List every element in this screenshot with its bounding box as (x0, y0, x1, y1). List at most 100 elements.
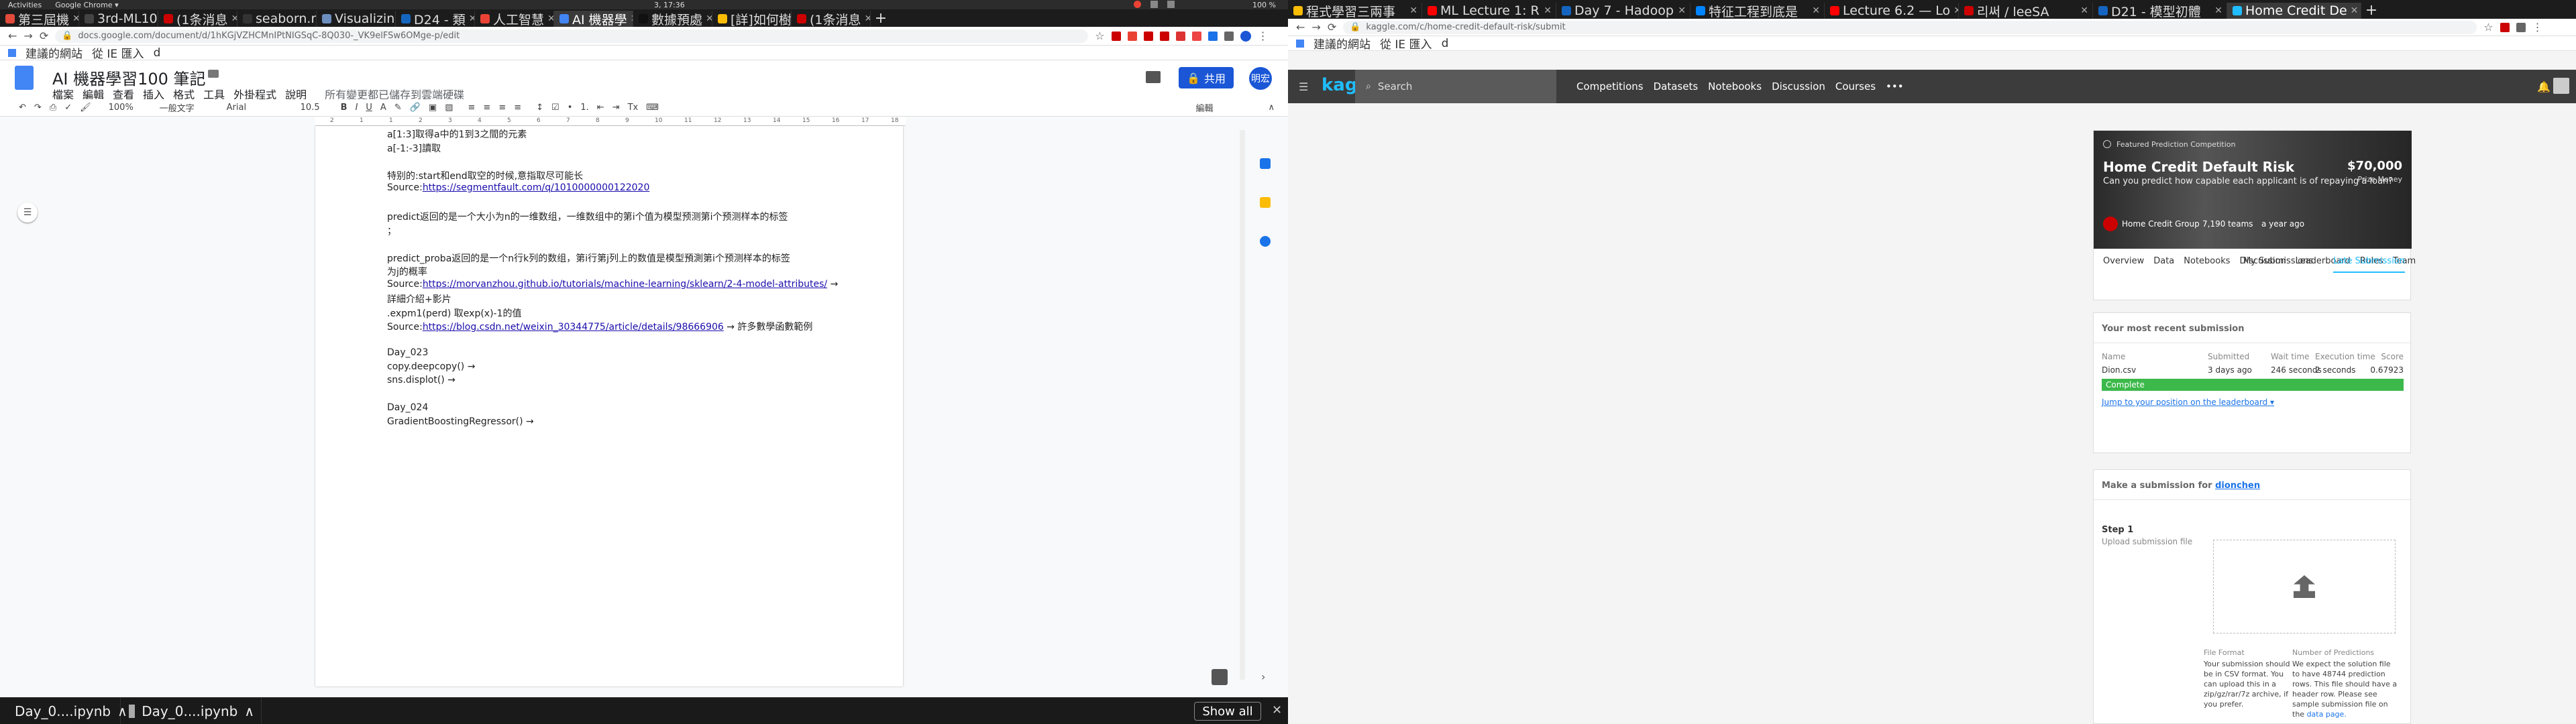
close-icon[interactable]: ✕ (1272, 703, 1282, 717)
bulleted-list-icon[interactable]: • (564, 103, 577, 113)
extension-icon[interactable] (1191, 31, 1201, 41)
upload-icon[interactable] (2294, 575, 2315, 598)
doc-line[interactable]: ； (387, 224, 396, 237)
increase-indent-icon[interactable]: ⇥ (608, 103, 624, 113)
tab-close-icon[interactable]: ✕ (865, 13, 870, 24)
show-all-button[interactable]: Show all (1194, 702, 1261, 721)
bold-icon[interactable]: B (337, 103, 352, 113)
extension-icon[interactable] (1208, 31, 1218, 41)
upload-dropzone[interactable] (2213, 540, 2396, 634)
star-icon[interactable]: ☆ (1095, 29, 1104, 42)
italic-icon[interactable]: I (352, 103, 362, 113)
bookmark-d[interactable]: d (1442, 37, 1449, 50)
calendar-icon[interactable] (1260, 158, 1271, 169)
tab-close-icon[interactable]: ✕ (1544, 5, 1552, 16)
numbered-list-icon[interactable]: 1. (576, 103, 592, 113)
jump-to-leaderboard-link[interactable]: Jump to your position on the leaderboard… (2102, 398, 2274, 407)
extension-icon[interactable] (1224, 31, 1234, 41)
zoom-select[interactable]: 100% (105, 103, 145, 113)
paint-format-icon[interactable]: 🖌 (76, 103, 95, 113)
extension-icon[interactable] (2500, 22, 2510, 32)
chevron-up-icon[interactable]: ∧ (244, 703, 254, 719)
extension-icon[interactable] (1127, 31, 1137, 41)
clear-format-icon[interactable]: Tx (624, 103, 643, 113)
explore-icon[interactable] (1212, 669, 1228, 685)
undo-icon[interactable]: ↶ (15, 103, 30, 113)
ruler[interactable]: 2 1 1 2 3 4 5 6 7 8 9 10 11 12 13 14 15 16 17 18 (315, 117, 906, 126)
tab-close-icon[interactable]: ✕ (1953, 5, 1958, 16)
browser-tab[interactable]: D21 - 模型初體 ✕ (2093, 3, 2227, 19)
doc-line[interactable]: predict返回的是一个大小为n的一维数组，一维数组中的第i个值为模型预测第i… (387, 210, 788, 223)
decrease-indent-icon[interactable]: ⇤ (593, 103, 608, 113)
doc-line[interactable]: 詳細介紹+影片 (387, 292, 451, 306)
bookmark-ie[interactable]: 從 IE 匯入 (92, 44, 144, 61)
comment-icon[interactable] (1146, 71, 1161, 83)
tab-close-icon[interactable]: ✕ (2214, 5, 2222, 16)
folder-icon[interactable] (208, 70, 219, 78)
doc-line[interactable]: Source:https://morvanzhou.github.io/tuto… (387, 279, 838, 290)
org-logo-icon[interactable] (2103, 217, 2118, 231)
browser-tab[interactable]: AI 機器學✕ (554, 11, 633, 27)
spellcheck-icon[interactable]: ✓ (60, 103, 76, 113)
reload-icon[interactable]: ⟳ (40, 29, 48, 42)
browser-tab[interactable]: [詳]如何樹✕ (712, 11, 792, 27)
editing-mode-select[interactable]: 編輯 (1191, 101, 1217, 114)
forward-icon[interactable]: → (23, 29, 32, 42)
doc-line[interactable]: Day_024 (387, 402, 428, 413)
align-right-icon[interactable]: ≡ (494, 103, 510, 113)
browser-tab[interactable]: 3rd-ML10✕ (79, 11, 158, 27)
text-color-icon[interactable]: A (376, 103, 390, 113)
browser-tab[interactable]: 人工智慧✕ (475, 11, 554, 27)
tab-late-submission[interactable]: Late Submission (2333, 256, 2405, 273)
extension-icon[interactable] (1175, 31, 1185, 41)
browser-tab[interactable]: 特征工程到底是 ✕ (1690, 3, 1825, 19)
extension-icon[interactable] (1143, 31, 1153, 41)
kaggle-nav-item[interactable]: Courses (1835, 80, 1876, 93)
browser-tab[interactable]: Visualizing✕ (317, 11, 396, 27)
font-select[interactable]: Arial (223, 103, 297, 113)
vertical-scrollbar[interactable] (1240, 130, 1245, 680)
tab-close-icon[interactable]: ✕ (231, 13, 237, 24)
url-field[interactable]: 🔒 docs.google.com/document/d/1hKGjVZHCMn… (55, 29, 1089, 43)
doc-link[interactable]: https://morvanzhou.github.io/tutorials/m… (423, 279, 827, 290)
back-icon[interactable]: ← (1296, 21, 1305, 34)
network-tray-icon[interactable] (1150, 1, 1158, 8)
browser-tab[interactable]: Home Credit De ✕ (2227, 3, 2361, 19)
bookmark-ie[interactable]: 從 IE 匯入 (1380, 35, 1432, 52)
doc-line[interactable]: copy.deepcopy() → (387, 361, 475, 372)
kaggle-nav-item[interactable]: ••• (1886, 80, 1904, 93)
redo-icon[interactable]: ↷ (30, 103, 46, 113)
font-size-select[interactable]: 10.5 (297, 103, 337, 113)
doc-line[interactable]: .expm1(perd) 取exp(x)-1的值 (387, 306, 522, 320)
browser-tab[interactable]: 리써 / leeSA ✕ (1959, 3, 2093, 19)
browser-tab[interactable]: seaborn.r✕ (237, 11, 317, 27)
menu-icon[interactable]: ⋮ (1258, 29, 1269, 42)
browser-tab[interactable]: (1条消息 ✕ (792, 11, 871, 27)
apps-icon[interactable] (1296, 39, 1304, 48)
app-menu[interactable]: Google Chrome ▾ (55, 1, 118, 9)
doc-line[interactable]: a[-1:-3]讀取 (387, 141, 441, 155)
doc-line[interactable]: 特别的:start和end取空的时候,意指取尽可能长 (387, 169, 583, 182)
org-name[interactable]: Home Credit Group (2122, 219, 2200, 229)
link-icon[interactable]: 🔗 (406, 103, 425, 113)
star-icon[interactable]: ☆ (2483, 21, 2493, 34)
kaggle-nav-item[interactable]: Notebooks (1708, 80, 1762, 93)
chrome-tray-icon[interactable] (1134, 1, 1141, 8)
reload-icon[interactable]: ⟳ (1328, 21, 1336, 34)
input-tools-icon[interactable]: ⌨ (642, 103, 663, 113)
username-link[interactable]: dionchen (2215, 481, 2260, 491)
document-page[interactable]: a[1:3]取得a中的1到3之間的元素 a[-1:-3]讀取 特别的:start和e… (315, 126, 903, 686)
download-item[interactable]: Day_0....ipynb ∧ (121, 697, 262, 724)
tab-close-icon[interactable]: ✕ (1812, 5, 1820, 16)
sidebar-toggle-icon[interactable]: ☰ (1299, 80, 1308, 93)
browser-tab[interactable]: D24 - 類✕ (396, 11, 475, 27)
kaggle-nav-item[interactable]: Datasets (1654, 80, 1699, 93)
new-tab-button[interactable]: + (871, 10, 891, 27)
tab-close-icon[interactable]: ✕ (706, 13, 712, 24)
back-icon[interactable]: ← (8, 29, 17, 42)
competition-tab[interactable]: Notebooks (2184, 256, 2230, 266)
url-field[interactable]: 🔒 kaggle.com/c/home-credit-default-risk/… (1343, 20, 2477, 34)
bell-icon[interactable]: 🔔 (2537, 80, 2551, 93)
tab-close-icon[interactable]: ✕ (2351, 5, 2359, 16)
doc-line[interactable]: Source:https://segmentfault.com/q/101000… (387, 182, 649, 193)
